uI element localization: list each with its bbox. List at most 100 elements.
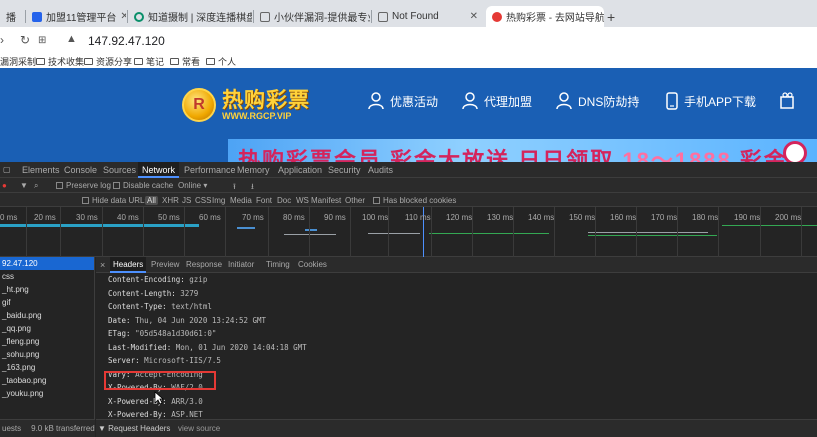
tab-sources[interactable]: Sources — [103, 165, 136, 175]
filter-ws[interactable]: WS — [296, 196, 309, 205]
nav-label: DNS防劫持 — [578, 94, 640, 109]
nav-more[interactable] — [780, 92, 804, 110]
timeline-tick-label: 150 ms — [569, 213, 596, 222]
promo-banner[interactable]: 热购彩票会员 彩金大放送 日日领取 18～1888 彩金 — [228, 139, 817, 162]
url-input[interactable]: 147.92.47.120 — [88, 34, 165, 48]
filter-media[interactable]: Media — [230, 196, 252, 205]
filter-other[interactable]: Other — [345, 196, 365, 205]
timeline-tick-label: 50 ms — [158, 213, 180, 222]
page-icon — [378, 11, 388, 22]
tab-console[interactable]: Console — [64, 165, 97, 175]
filter-xhr[interactable]: XHR — [162, 196, 179, 205]
tab-2[interactable]: 知道摄制 | 深度连播棋盘推广✕ — [128, 6, 252, 27]
request-row[interactable]: _fleng.png — [0, 335, 94, 348]
banner-amount: 18～1888 — [622, 148, 732, 162]
reload-icon[interactable]: ↻ — [20, 33, 30, 47]
record-icon[interactable]: ● — [2, 181, 7, 190]
request-row[interactable]: _ht.png — [0, 283, 94, 296]
header-key: ETag: — [108, 329, 131, 338]
header-row: Content-Type: text/html — [108, 300, 307, 314]
view-source-link[interactable]: view source — [178, 424, 220, 433]
hide-data-urls-checkbox[interactable]: Hide data URLs — [82, 196, 148, 205]
filter-manifest[interactable]: Manifest — [311, 196, 341, 205]
bookmark-folder[interactable]: 漏洞采制 — [0, 55, 36, 68]
tab-elements[interactable]: Elements — [22, 165, 60, 175]
nav-app-download[interactable]: 手机APP下载 — [666, 92, 756, 110]
tab-response[interactable]: Response — [186, 260, 222, 269]
browser-tab-strip: 播 加盟11管理平台✕ 知道摄制 | 深度连播棋盘推广✕ 小伙伴漏洞-提供最专业… — [0, 0, 817, 27]
folder-icon — [170, 58, 179, 65]
request-row[interactable]: _163.png — [0, 361, 94, 374]
warning-icon[interactable]: ▲ — [66, 33, 77, 45]
header-row: Date: Thu, 04 Jun 2020 13:24:52 GMT — [108, 314, 307, 328]
filter-font[interactable]: Font — [256, 196, 272, 205]
inspect-icon[interactable]: ▢ — [3, 165, 11, 174]
tab-4[interactable]: Not Found ✕ — [372, 6, 484, 27]
tab-label: 加盟11管理平台 — [46, 13, 117, 24]
tab-headers[interactable]: Headers — [110, 257, 147, 273]
network-timeline-overview[interactable]: 0 ms 20 ms 30 ms 40 ms 50 ms 60 ms 70 ms 80 ms 9… — [0, 207, 817, 257]
close-tab-icon[interactable]: ✕ — [466, 11, 478, 22]
new-tab-button[interactable]: + — [607, 9, 615, 25]
timeline-tick-label: 90 ms — [324, 213, 346, 222]
tab-network[interactable]: Network — [138, 162, 180, 178]
blocked-cookies-checkbox[interactable]: Has blocked cookies — [373, 196, 456, 205]
filter-doc[interactable]: Doc — [277, 196, 291, 205]
request-row[interactable]: css — [0, 270, 94, 283]
checkbox-icon — [373, 197, 380, 204]
bookmark-folder[interactable]: 常看 — [170, 55, 200, 68]
tab-preview[interactable]: Preview — [151, 260, 179, 269]
network-summary-bar: uests 9.0 kB transferred — [0, 419, 95, 437]
nav-dns[interactable]: DNS防劫持 — [556, 92, 639, 110]
folder-icon — [134, 58, 143, 65]
tab-performance[interactable]: Performance — [184, 165, 236, 175]
tab-0[interactable]: 播 — [0, 6, 24, 27]
tab-memory[interactable]: Memory — [237, 165, 270, 175]
tab-audits[interactable]: Audits — [368, 165, 393, 175]
request-row[interactable]: _taobao.png — [0, 374, 94, 387]
nav-promotions[interactable]: 优惠活动 — [368, 92, 438, 110]
bookmark-folder[interactable]: 技术收集 — [36, 55, 84, 68]
request-row[interactable]: gif — [0, 296, 94, 309]
close-icon[interactable]: × — [100, 260, 105, 270]
address-bar: › ↻ ⊞ ▲ 147.92.47.120 — [0, 27, 817, 54]
throttle-select[interactable]: Online ▾ — [178, 181, 207, 190]
header-key: Server: — [108, 356, 140, 365]
request-row[interactable]: 92.47.120 — [0, 257, 94, 270]
response-headers-list: Content-Encoding: gzip Content-Length: 32… — [108, 273, 307, 422]
bookmark-folder[interactable]: 笔记 — [134, 55, 164, 68]
filter-all[interactable]: All — [145, 196, 158, 205]
bookmark-label: 常看 — [182, 57, 201, 67]
bookmark-folder[interactable]: 资源分享 — [84, 55, 132, 68]
filter-css[interactable]: CSS — [195, 196, 211, 205]
filter-js[interactable]: JS — [182, 196, 191, 205]
search-icon[interactable]: ⌕ — [34, 181, 38, 191]
tab-timing[interactable]: Timing — [266, 260, 290, 269]
tab-label: 小伙伴漏洞-提供最专业的伙伴 — [274, 13, 370, 24]
tab-security[interactable]: Security — [328, 165, 361, 175]
bookmark-folder[interactable]: 个人 — [206, 55, 236, 68]
tab-cookies[interactable]: Cookies — [298, 260, 327, 269]
preserve-log-checkbox[interactable]: Preserve log — [56, 181, 111, 190]
tab-3[interactable]: 小伙伴漏洞-提供最专业的伙伴✕ — [254, 6, 370, 27]
forward-icon[interactable]: › — [0, 33, 4, 47]
apps-grid-icon[interactable]: ⊞ — [38, 35, 46, 46]
tab-1[interactable]: 加盟11管理平台 ✕ — [26, 6, 126, 27]
timeline-bar-waiting — [0, 224, 199, 227]
tab-label: 热购彩票 - 去网站导航 — [506, 13, 604, 24]
bookmark-label: 笔记 — [146, 57, 165, 67]
request-headers-toggle[interactable]: ▼ Request Headers — [98, 424, 170, 433]
close-tab-icon[interactable]: ✕ — [116, 11, 126, 22]
filter-img[interactable]: Img — [212, 196, 225, 205]
request-row[interactable]: _qq.png — [0, 322, 94, 335]
disable-cache-checkbox[interactable]: Disable cache — [113, 181, 173, 190]
site-logo[interactable]: R 热购彩票 WWW.RGCP.VIP — [182, 88, 310, 122]
nav-agent[interactable]: 代理加盟 — [462, 92, 532, 110]
tab-5-active[interactable]: 热购彩票 - 去网站导航✕ — [486, 6, 604, 27]
tab-application[interactable]: Application — [278, 165, 322, 175]
tab-initiator[interactable]: Initiator — [228, 260, 254, 269]
request-row[interactable]: _youku.png — [0, 387, 94, 400]
request-row[interactable]: _baidu.png — [0, 309, 94, 322]
request-row[interactable]: _sohu.png — [0, 348, 94, 361]
filter-icon[interactable]: ▼ — [20, 181, 28, 190]
